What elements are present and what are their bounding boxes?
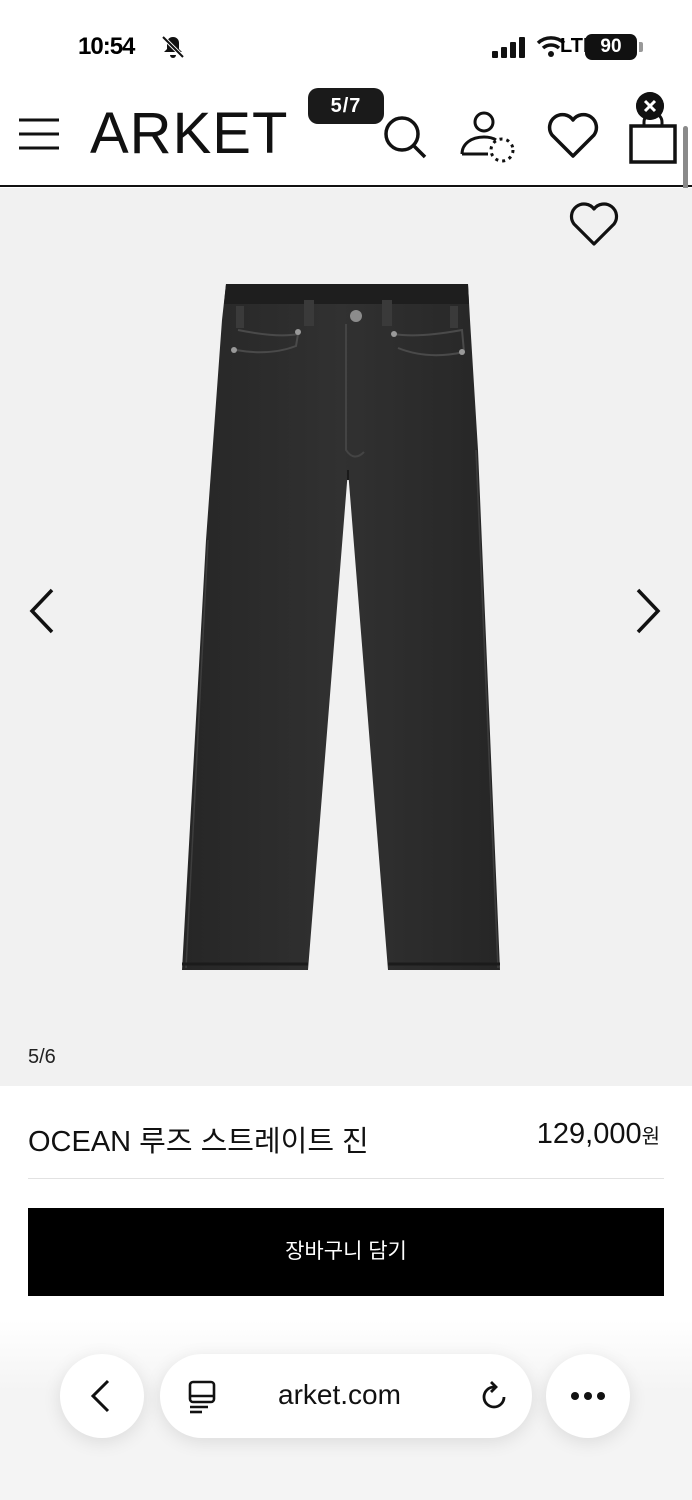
price-value: 129,000 xyxy=(536,1118,642,1150)
heart-icon[interactable] xyxy=(568,202,620,248)
account-icon[interactable] xyxy=(458,110,516,164)
close-icon[interactable] xyxy=(636,92,664,120)
more-options-button[interactable] xyxy=(546,1354,630,1438)
product-gallery[interactable]: 5/6 xyxy=(0,188,692,1086)
status-time: 10:54 xyxy=(78,33,135,60)
tabs-icon[interactable] xyxy=(186,1380,218,1414)
divider xyxy=(28,1178,664,1179)
url-bar[interactable]: arket.com xyxy=(160,1354,532,1438)
chevron-left-icon[interactable] xyxy=(24,586,58,636)
price-currency: 원 xyxy=(641,1126,660,1148)
browser-toolbar: arket.com xyxy=(0,1320,692,1500)
search-icon[interactable] xyxy=(380,112,428,160)
back-icon xyxy=(90,1379,110,1413)
product-image-jeans xyxy=(182,284,500,970)
product-name: OCEAN 루즈 스트레이트 진 xyxy=(28,1126,369,1158)
browser-back-button[interactable] xyxy=(60,1354,144,1438)
bell-muted-icon xyxy=(161,35,185,59)
url-text[interactable]: arket.com xyxy=(278,1379,401,1411)
wishlist-heart-icon[interactable] xyxy=(546,112,600,160)
chevron-right-icon[interactable] xyxy=(632,586,666,636)
signal-icon xyxy=(492,37,525,58)
image-counter: 5/6 xyxy=(28,1046,56,1068)
add-to-cart-button[interactable]: 장바구니 담기 xyxy=(28,1208,664,1296)
battery-tip xyxy=(639,42,643,52)
shopping-bag-icon[interactable] xyxy=(628,112,678,164)
hamburger-menu-icon[interactable] xyxy=(18,114,60,154)
reload-icon[interactable] xyxy=(478,1380,510,1412)
battery-indicator: 90 xyxy=(585,34,637,60)
more-icon xyxy=(571,1392,605,1400)
product-price: 129,000원 xyxy=(537,1118,660,1151)
status-bar: 10:54 LTE 90 xyxy=(0,0,692,86)
brand-logo[interactable]: ARKET xyxy=(90,102,288,166)
page-indicator-badge: 5/7 xyxy=(308,88,384,124)
